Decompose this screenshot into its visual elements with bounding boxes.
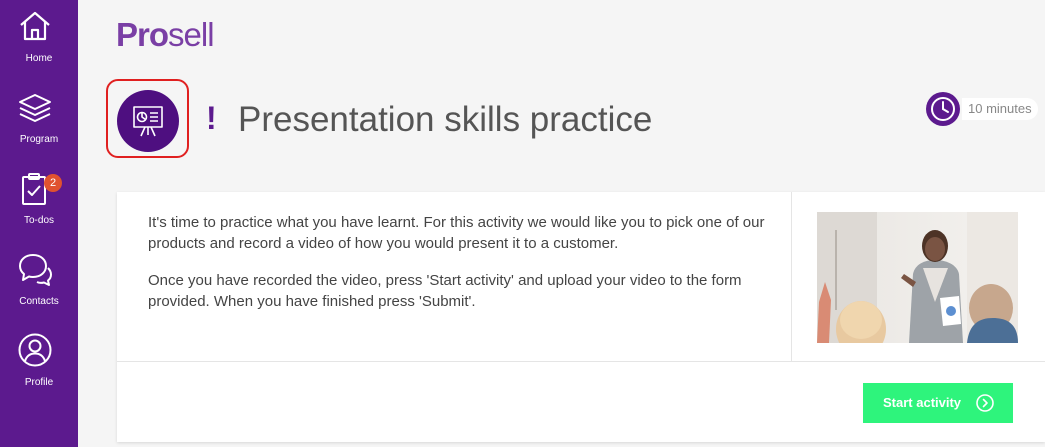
chevron-right-circle-icon — [976, 394, 994, 412]
presentation-board-icon — [133, 106, 163, 137]
home-icon — [20, 11, 50, 41]
description-paragraph: Once you have recorded the video, press … — [148, 272, 742, 310]
divider — [117, 361, 1045, 362]
sidebar-item-label: To-dos — [23, 215, 54, 226]
start-activity-button[interactable]: Start activity — [863, 383, 1013, 423]
duration-text: 10 minutes — [962, 98, 1038, 120]
sidebar-item-contacts[interactable]: Contacts — [0, 243, 78, 323]
page-title: Presentation skills practice — [238, 100, 653, 139]
sidebar-item-todos[interactable]: 2 To-dos — [0, 162, 78, 242]
prosell-logo[interactable]: Prosell — [116, 16, 215, 54]
start-activity-label: Start activity — [883, 395, 962, 410]
activity-image — [817, 212, 1018, 343]
logo-pro-text: Pro — [116, 16, 169, 53]
description-paragraph: It's time to practice what you have lear… — [148, 214, 765, 252]
user-circle-icon — [18, 333, 52, 367]
divider — [791, 192, 792, 361]
sidebar-item-label: Home — [25, 53, 53, 64]
layers-icon — [19, 94, 51, 122]
sidebar-item-label: Contacts — [19, 296, 59, 307]
sidebar-item-home[interactable]: Home — [0, 0, 78, 80]
sidebar-item-label: Profile — [24, 377, 54, 388]
activity-description: It's time to practice what you have lear… — [148, 212, 768, 328]
activity-card: It's time to practice what you have lear… — [117, 192, 1045, 442]
todo-count-badge: 2 — [44, 174, 62, 192]
sidebar: Home Program 2 To-dos Contacts Profile — [0, 0, 78, 447]
activity-marker: ! — [206, 100, 217, 136]
chat-bubbles-icon — [19, 254, 52, 286]
activity-type-badge — [117, 90, 179, 152]
sidebar-item-label: Program — [19, 134, 59, 145]
sidebar-item-profile[interactable]: Profile — [0, 324, 78, 404]
sidebar-item-program[interactable]: Program — [0, 81, 78, 161]
duration-indicator: 10 minutes — [926, 92, 1038, 126]
logo-sell-text: sell — [168, 16, 215, 53]
clock-icon — [926, 92, 960, 126]
